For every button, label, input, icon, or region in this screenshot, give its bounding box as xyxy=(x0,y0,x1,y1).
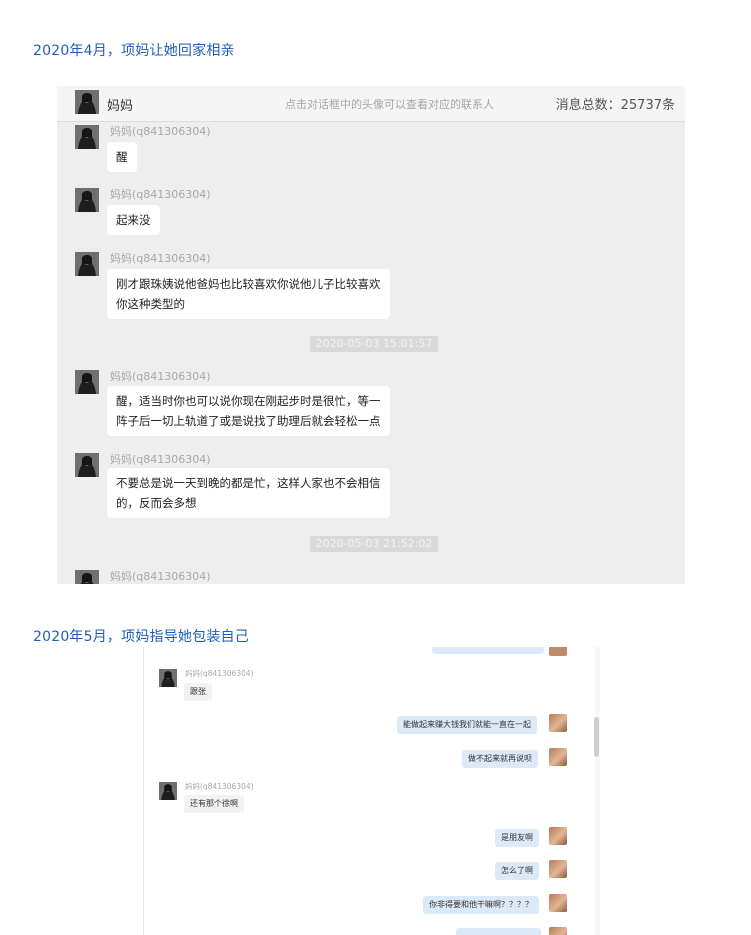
message-line: 你这种类型的 xyxy=(116,297,185,311)
self-avatar-icon[interactable] xyxy=(549,927,567,935)
self-avatar-icon[interactable] xyxy=(549,860,567,878)
message-total-count: 25737条 xyxy=(620,98,675,113)
sender-name: 妈妈(q841306304) xyxy=(110,370,211,383)
message-bubble-self: 你非得要和他干嘛啊？？？？ xyxy=(423,896,539,914)
message-bubble: 起来没 xyxy=(107,205,160,235)
self-avatar-icon[interactable] xyxy=(549,748,567,766)
mom-avatar-icon[interactable] xyxy=(75,90,99,114)
mom-avatar-icon[interactable] xyxy=(75,453,99,477)
message-bubble: 刚才跟珠姨说他爸妈也比较喜欢你说他儿子比较喜欢 你这种类型的 xyxy=(107,269,390,319)
sender-name: 妈妈(q841306304) xyxy=(110,125,211,138)
self-avatar-icon[interactable] xyxy=(549,647,567,656)
message-bubble-self: 做不起来就再说呗 xyxy=(462,750,538,768)
scrollbar-thumb[interactable] xyxy=(594,717,599,757)
avatar-hint-text: 点击对话框中的头像可以查看对应的联系人 xyxy=(285,98,494,111)
message-total-label: 消息总数： xyxy=(555,98,621,113)
message-line: 不要总是说一天到晚的都是忙，这样人家也不会相信 xyxy=(116,476,381,490)
message-line: 醒，适当时你也可以说你现在刚起步时是很忙，等一 xyxy=(116,394,381,408)
mom-avatar-icon[interactable] xyxy=(75,570,99,584)
mom-avatar-icon[interactable] xyxy=(75,370,99,394)
contact-name: 妈妈 xyxy=(107,99,134,114)
mom-avatar-icon[interactable] xyxy=(159,669,177,687)
sender-name: 妈妈(q841306304) xyxy=(110,188,211,201)
cropped-message-bubble xyxy=(432,647,544,654)
sender-name: 妈妈(q841306304) xyxy=(110,570,211,583)
sender-name: 妈妈(q841306304) xyxy=(185,669,254,678)
chat-history-screenshot-1: 妈妈 点击对话框中的头像可以查看对应的联系人 消息总数：25737条 妈妈(q8… xyxy=(57,86,685,584)
message-bubble: 醒 xyxy=(107,142,137,172)
cropped-message-bubble xyxy=(456,928,541,935)
scrollbar-track[interactable] xyxy=(595,647,600,935)
caption-may-2020: 2020年5月，项妈指导她包装自己 xyxy=(33,629,249,645)
message-line: 阵子后一切上轨道了或是说找了助理后就会轻松一点 xyxy=(116,414,381,428)
self-avatar-icon[interactable] xyxy=(549,827,567,845)
chat-header: 妈妈 点击对话框中的头像可以查看对应的联系人 消息总数：25737条 xyxy=(57,86,685,122)
message-bubble: 不要总是说一天到晚的都是忙，这样人家也不会相信 的，反而会多想 xyxy=(107,468,390,518)
message-bubble: 醒，适当时你也可以说你现在刚起步时是很忙，等一 阵子后一切上轨道了或是说找了助理… xyxy=(107,386,390,436)
message-line: 的，反而会多想 xyxy=(116,496,197,510)
chat-window-screenshot-2: 妈妈(q841306304) 跟张 能做起来赚大钱我们就能一直在一起 做不起来就… xyxy=(143,647,600,935)
message-total: 消息总数：25737条 xyxy=(556,94,675,113)
timestamp-divider: 2020-05-03 15:01:57 xyxy=(310,336,438,352)
mom-avatar-icon[interactable] xyxy=(75,188,99,212)
message-bubble: 跟张 xyxy=(184,683,212,701)
message-bubble-self: 是朋友啊 xyxy=(495,829,539,847)
self-avatar-icon[interactable] xyxy=(549,894,567,912)
sender-name: 妈妈(q841306304) xyxy=(185,782,254,791)
message-bubble-self: 怎么了啊 xyxy=(495,862,539,880)
sender-name: 妈妈(q841306304) xyxy=(110,252,211,265)
self-avatar-icon[interactable] xyxy=(549,714,567,732)
sender-name: 妈妈(q841306304) xyxy=(110,453,211,466)
message-bubble-self: 能做起来赚大钱我们就能一直在一起 xyxy=(397,716,537,734)
mom-avatar-icon[interactable] xyxy=(159,782,177,800)
mom-avatar-icon[interactable] xyxy=(75,125,99,149)
timestamp-divider: 2020-05-03 21:52:02 xyxy=(310,536,438,552)
message-line: 刚才跟珠姨说他爸妈也比较喜欢你说他儿子比较喜欢 xyxy=(116,277,381,291)
caption-april-2020: 2020年4月，项妈让她回家相亲 xyxy=(33,43,235,59)
message-bubble: 还有那个徐啊 xyxy=(184,795,244,813)
mom-avatar-icon[interactable] xyxy=(75,252,99,276)
